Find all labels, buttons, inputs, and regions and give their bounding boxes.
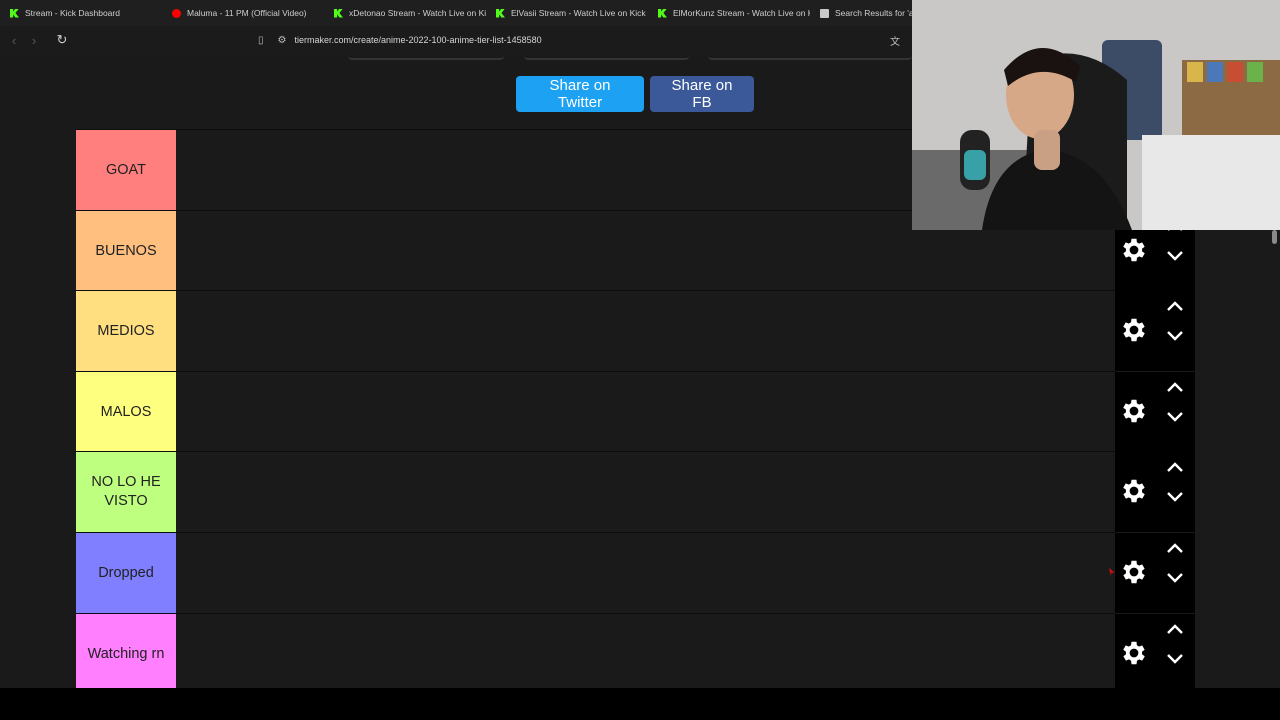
browser-tab[interactable]: ElMorKunz Stream - Watch Live on Kick bbox=[648, 0, 810, 26]
tier-label[interactable]: NO LO HE VISTO bbox=[76, 452, 176, 532]
translate-icon[interactable]: 文 bbox=[890, 33, 900, 48]
chevron-up-icon[interactable] bbox=[1165, 541, 1185, 555]
kick-icon bbox=[334, 8, 343, 18]
address-bar[interactable]: ▯ ⚙ tiermaker.com/create/anime-2022-100-… bbox=[258, 30, 908, 50]
control-fragment bbox=[348, 54, 504, 60]
gear-icon[interactable] bbox=[1119, 476, 1149, 506]
kick-icon bbox=[496, 8, 505, 18]
scrollbar[interactable] bbox=[1270, 228, 1280, 688]
tier-label[interactable]: MALOS bbox=[76, 372, 176, 452]
tier-drop-zone[interactable] bbox=[176, 452, 1115, 531]
url-text[interactable]: tiermaker.com/create/anime-2022-100-anim… bbox=[294, 35, 541, 45]
chevron-up-icon[interactable] bbox=[1165, 299, 1185, 313]
control-fragment bbox=[524, 54, 689, 60]
share-on-fb-button[interactable]: Share on FB bbox=[650, 76, 754, 112]
gear-icon[interactable] bbox=[1119, 235, 1149, 265]
gear-icon[interactable] bbox=[1119, 396, 1149, 426]
browser-tab-title: Maluma - 11 PM (Official Video) bbox=[187, 8, 307, 18]
tier-controls bbox=[1115, 452, 1195, 532]
tier-label[interactable]: MEDIOS bbox=[76, 291, 176, 371]
tier-row[interactable]: MALOS bbox=[76, 371, 1115, 452]
chevron-down-icon[interactable] bbox=[1165, 329, 1185, 343]
tier-drop-zone[interactable] bbox=[176, 533, 1115, 612]
bookmark-icon[interactable]: ▯ bbox=[258, 35, 264, 46]
browser-tab[interactable]: Maluma - 11 PM (Official Video) bbox=[162, 0, 324, 26]
chevron-up-icon[interactable] bbox=[1165, 622, 1185, 636]
tier-drop-zone[interactable] bbox=[176, 372, 1115, 451]
browser-tab-title: ElVasii Stream - Watch Live on Kick bbox=[511, 8, 646, 18]
share-on-twitter-button[interactable]: Share on Twitter bbox=[516, 76, 644, 112]
forward-icon[interactable]: › bbox=[24, 33, 44, 48]
gear-icon[interactable] bbox=[1119, 638, 1149, 668]
gear-icon[interactable] bbox=[1119, 315, 1149, 345]
chevron-up-icon[interactable] bbox=[1165, 460, 1185, 474]
browser-tab-title: Stream - Kick Dashboard bbox=[25, 8, 120, 18]
tier-drop-zone[interactable] bbox=[176, 614, 1115, 688]
scrollbar-thumb[interactable] bbox=[1272, 230, 1277, 244]
tier-label[interactable]: Watching rn bbox=[76, 614, 176, 688]
browser-tab-title: Search Results for 'an bbox=[835, 8, 919, 18]
control-fragment bbox=[708, 54, 912, 60]
tier-drop-zone[interactable] bbox=[176, 291, 1115, 370]
chevron-down-icon[interactable] bbox=[1165, 571, 1185, 585]
site-info-icon[interactable]: ⚙ bbox=[278, 35, 287, 46]
tier-label[interactable]: BUENOS bbox=[76, 211, 176, 291]
browser-tab-title: ElMorKunz Stream - Watch Live on Kick bbox=[673, 8, 810, 18]
browser-tab[interactable]: xDetonao Stream - Watch Live on Kick bbox=[324, 0, 486, 26]
reload-icon[interactable]: ↻ bbox=[52, 32, 72, 48]
browser-tab[interactable]: Stream - Kick Dashboard bbox=[0, 0, 162, 26]
tier-row[interactable]: MEDIOS bbox=[76, 290, 1115, 371]
webcam-overlay bbox=[912, 0, 1280, 230]
tier-row[interactable]: Dropped bbox=[76, 532, 1115, 613]
browser-toolbar: ‹ › ↻ ▯ ⚙ tiermaker.com/create/anime-202… bbox=[0, 26, 912, 54]
back-icon[interactable]: ‹ bbox=[4, 33, 24, 48]
chevron-down-icon[interactable] bbox=[1165, 652, 1185, 666]
tier-label[interactable]: Dropped bbox=[76, 533, 176, 613]
tier-controls bbox=[1115, 372, 1195, 452]
chevron-down-icon[interactable] bbox=[1165, 490, 1185, 504]
streamer-webcam-image bbox=[912, 0, 1280, 230]
tier-row[interactable]: NO LO HE VISTO bbox=[76, 451, 1115, 532]
tier-label[interactable]: GOAT bbox=[76, 130, 176, 210]
document-icon bbox=[820, 8, 829, 18]
tier-row[interactable]: Watching rn bbox=[76, 613, 1115, 688]
kick-icon bbox=[10, 8, 19, 18]
chevron-up-icon[interactable] bbox=[1165, 380, 1185, 394]
youtube-icon bbox=[172, 8, 181, 18]
tier-controls bbox=[1115, 533, 1195, 613]
gear-icon[interactable] bbox=[1119, 557, 1149, 587]
browser-tab-title: xDetonao Stream - Watch Live on Kick bbox=[349, 8, 486, 18]
tier-controls bbox=[1115, 291, 1195, 371]
chevron-down-icon[interactable] bbox=[1165, 249, 1185, 263]
kick-icon bbox=[658, 8, 667, 18]
tier-controls bbox=[1115, 614, 1195, 688]
chevron-down-icon[interactable] bbox=[1165, 410, 1185, 424]
browser-tab[interactable]: ElVasii Stream - Watch Live on Kick bbox=[486, 0, 648, 26]
bottom-bar bbox=[0, 688, 1280, 720]
